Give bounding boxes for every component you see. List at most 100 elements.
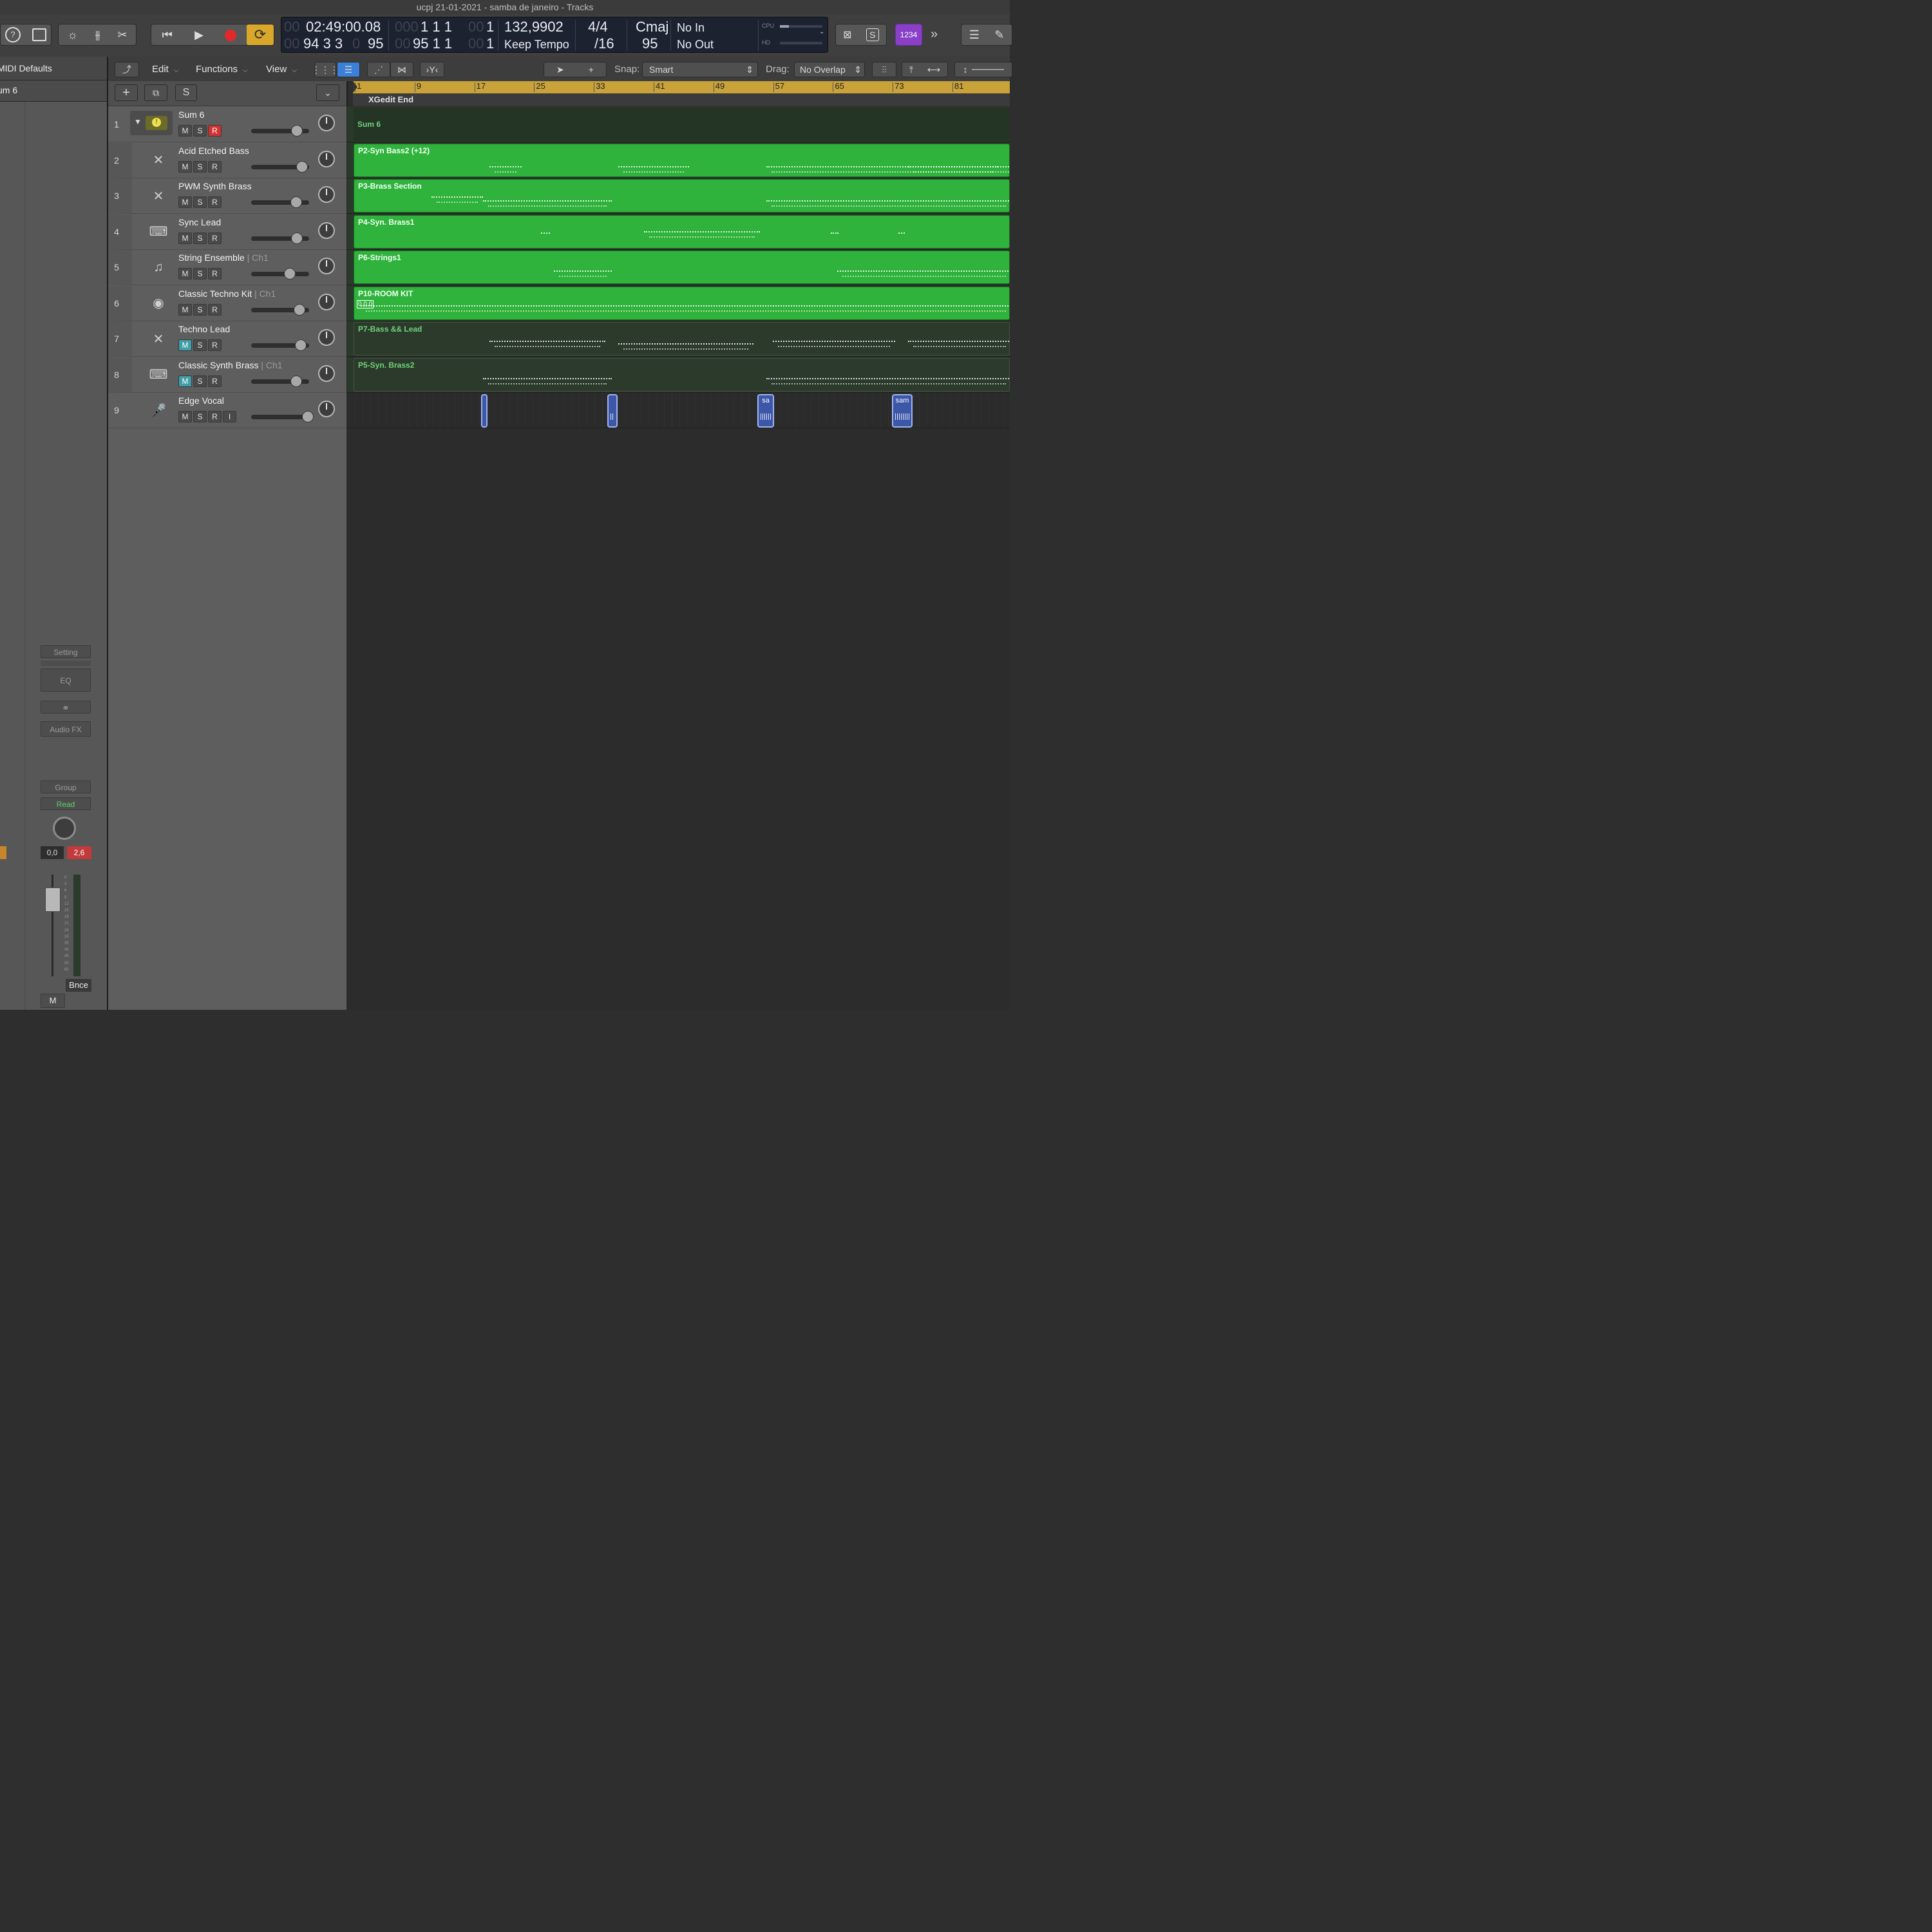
bounce-button[interactable]: Bnce: [66, 979, 91, 992]
vertical-fit-icon[interactable]: ⤒: [909, 64, 913, 75]
audio-region[interactable]: [607, 394, 618, 428]
marker-xgedit-end[interactable]: XGedit End: [368, 95, 413, 104]
solo-button[interactable]: S: [193, 268, 207, 279]
cycle-icon[interactable]: ⟳: [246, 24, 274, 45]
solo-button[interactable]: S: [193, 125, 207, 137]
count-in-button[interactable]: 1234: [895, 24, 922, 46]
mute-button[interactable]: M: [178, 160, 192, 173]
track-name[interactable]: Acid Etched Bass: [178, 146, 249, 156]
edit-menu[interactable]: Edit ⌵: [152, 62, 178, 77]
global-solo-button[interactable]: S: [175, 84, 197, 101]
solo-button[interactable]: S: [193, 411, 207, 422]
solo-button[interactable]: S: [193, 196, 207, 208]
rewind-icon[interactable]: ⏮: [151, 28, 183, 42]
volume-fader[interactable]: [251, 232, 309, 244]
functions-menu[interactable]: Functions ⌵: [196, 62, 248, 77]
record-enable-button[interactable]: R: [208, 232, 222, 244]
volume-fader[interactable]: [251, 375, 309, 387]
folder-region[interactable]: Sum 6: [354, 108, 1010, 141]
fader-knob[interactable]: [290, 125, 303, 137]
lcd-dropdown-icon[interactable]: ⌄: [819, 28, 824, 35]
track-header[interactable]: 9 🎤 Edge Vocal M S R I: [108, 393, 346, 428]
track-name[interactable]: Classic Synth Brass | Ch1: [178, 360, 283, 370]
more-icon[interactable]: »: [931, 27, 938, 42]
help-icon[interactable]: ?: [5, 27, 21, 43]
pan-knob[interactable]: [318, 401, 335, 417]
pan-knob[interactable]: [318, 329, 335, 346]
play-icon[interactable]: ▶: [183, 28, 214, 42]
record-enable-button[interactable]: R: [208, 339, 222, 351]
crosshair-icon[interactable]: +: [589, 64, 594, 75]
midi-region[interactable]: P7-Bass && Lead: [354, 322, 1010, 355]
peak-readout[interactable]: 2,6: [67, 846, 91, 859]
pointer-icon[interactable]: ➤: [556, 64, 564, 75]
track-header[interactable]: 2 ✕ Acid Etched Bass M S R: [108, 142, 346, 178]
track-header[interactable]: 3 ✕ PWM Synth Brass M S R: [108, 178, 346, 214]
track-name[interactable]: Sync Lead: [178, 217, 221, 227]
midi-region[interactable]: P6-Strings1: [354, 251, 1010, 284]
track-header[interactable]: 6 ◉ Classic Techno Kit | Ch1 M S R: [108, 285, 346, 321]
record-enable-button[interactable]: R: [208, 125, 222, 137]
waveform-zoom-icon[interactable]: ⫶⫶: [872, 62, 896, 77]
zoom-slider[interactable]: ↕: [954, 62, 1012, 77]
solo-icon[interactable]: S: [866, 28, 879, 41]
eq-button[interactable]: EQ: [41, 668, 91, 692]
pan-knob[interactable]: [318, 222, 335, 239]
fader-knob[interactable]: [290, 375, 302, 387]
playhead-marker[interactable]: [353, 81, 357, 93]
fader-knob[interactable]: [301, 411, 314, 422]
audio-region[interactable]: sam: [892, 394, 913, 428]
midi-region[interactable]: P5-Syn. Brass2: [354, 357, 1010, 392]
replace-icon[interactable]: ⊠: [843, 28, 851, 41]
pan-knob[interactable]: [318, 258, 335, 274]
tool-selector[interactable]: ➤ +: [544, 62, 607, 77]
record-enable-button[interactable]: R: [208, 303, 222, 316]
tempo-mode[interactable]: Keep Tempo: [504, 38, 569, 52]
setting-button[interactable]: Setting: [41, 645, 91, 658]
mute-button[interactable]: M: [178, 232, 192, 244]
fader-knob[interactable]: [296, 160, 308, 173]
list-icon[interactable]: ☰: [969, 28, 980, 42]
list-view-icon[interactable]: ☰: [337, 62, 360, 77]
track-header[interactable]: 1 ▼! Sum 6 M S R: [108, 107, 346, 142]
mute-button[interactable]: M: [178, 268, 192, 279]
marker-track[interactable]: XGedit End: [353, 93, 1010, 106]
collapse-icon[interactable]: ⌄: [316, 84, 339, 101]
volume-fader[interactable]: [251, 160, 309, 173]
track-header[interactable]: 5 ♫ String Ensemble | Ch1 M S R: [108, 250, 346, 285]
volume-fader[interactable]: [45, 887, 61, 912]
tempo-value[interactable]: 132,9902: [504, 19, 564, 35]
automation-icon[interactable]: ⋰: [367, 62, 390, 77]
midi-region[interactable]: P3-Brass Section: [354, 179, 1010, 213]
duplicate-track-icon[interactable]: ⧉: [144, 84, 167, 101]
pan-knob[interactable]: [53, 817, 76, 840]
fader-knob[interactable]: [293, 303, 305, 316]
inspector-mute-button[interactable]: M: [41, 994, 65, 1008]
volume-readout[interactable]: 0,0: [41, 846, 64, 859]
mute-button[interactable]: M: [178, 339, 192, 351]
mute-button[interactable]: M: [178, 411, 192, 422]
midi-region[interactable]: P10-ROOM KIT 0.0.0: [354, 286, 1010, 320]
input-monitor-button[interactable]: I: [223, 411, 236, 422]
back-icon[interactable]: ⤴: [115, 62, 139, 77]
drag-select[interactable]: No Overlap ⇕: [794, 62, 865, 77]
mixer-icon[interactable]: ⫵: [95, 28, 100, 42]
record-enable-button[interactable]: R: [208, 160, 222, 173]
solo-button[interactable]: S: [193, 375, 207, 387]
solo-button[interactable]: S: [193, 303, 207, 316]
disclosure-triangle-icon[interactable]: ▼: [134, 117, 142, 126]
mute-button[interactable]: M: [178, 125, 192, 137]
lcd-display[interactable]: 00 02:49:00.08 00 94 3 3 0 95 000 1 1 1 …: [281, 17, 828, 53]
add-track-button[interactable]: +: [115, 84, 138, 101]
track-name[interactable]: Techno Lead: [178, 324, 230, 334]
midi-region[interactable]: P2-Syn Bass2 (+12): [354, 143, 1010, 177]
horizontal-fit-icon[interactable]: ⟷: [927, 64, 940, 75]
division[interactable]: /16: [594, 35, 614, 52]
solo-button[interactable]: S: [193, 232, 207, 244]
notepad-icon[interactable]: ✎: [994, 28, 1004, 42]
audio-region[interactable]: [481, 394, 488, 428]
folder-header[interactable]: ▼!: [130, 111, 173, 135]
audio-fx-slot[interactable]: Audio FX: [41, 721, 91, 737]
view-menu[interactable]: View ⌵: [266, 62, 297, 77]
record-enable-button[interactable]: R: [208, 411, 222, 422]
